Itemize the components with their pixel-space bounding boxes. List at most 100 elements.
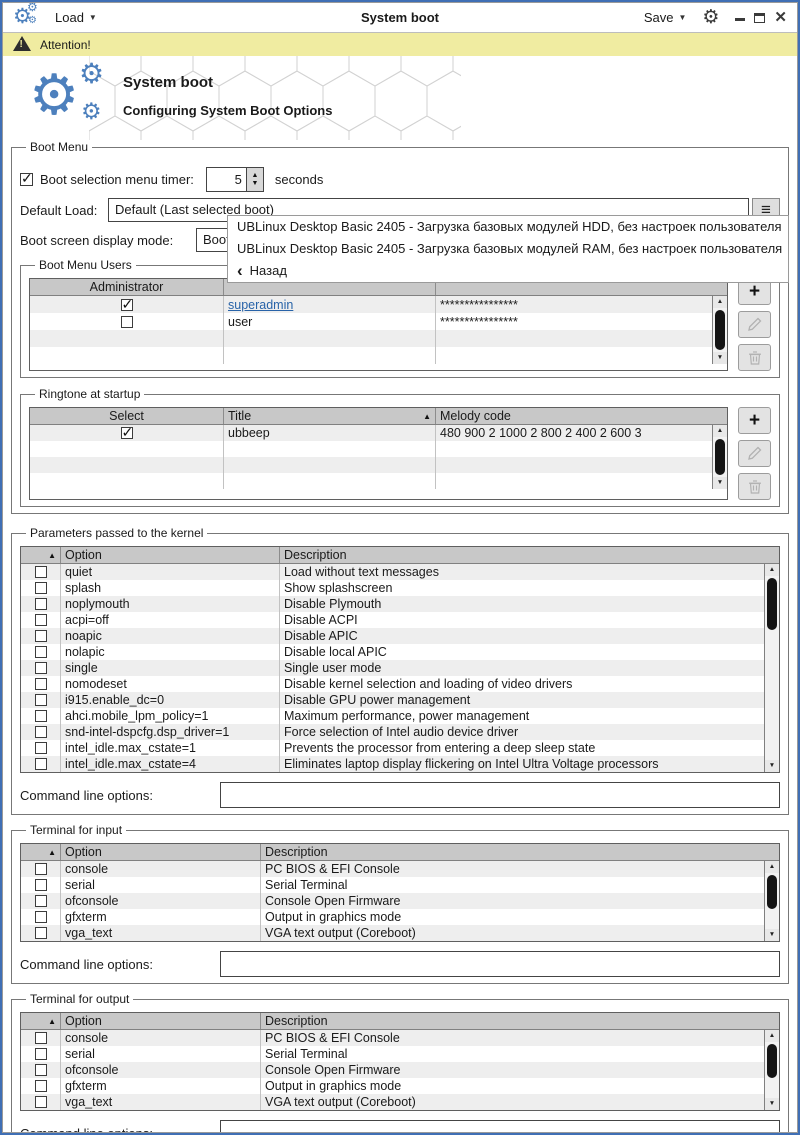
tout-col-check[interactable]: ▲ (21, 1013, 61, 1029)
kernel-col-description[interactable]: Description (280, 547, 779, 563)
table-row[interactable]: ubbeep 480 900 2 1000 2 800 2 400 2 600 … (30, 425, 712, 441)
table-row[interactable]: noapic Disable APIC (21, 628, 764, 644)
ringtone-col-title[interactable]: Title ▲ (224, 408, 436, 424)
row-checkbox[interactable] (34, 614, 47, 626)
table-row[interactable]: console PC BIOS & EFI Console (21, 861, 764, 877)
add-ringtone-button[interactable]: + (738, 407, 771, 434)
row-checkbox[interactable] (34, 742, 47, 754)
row-checkbox[interactable] (120, 315, 133, 328)
row-checkbox[interactable] (34, 895, 47, 907)
table-row[interactable]: serial Serial Terminal (21, 877, 764, 893)
row-checkbox[interactable] (34, 1080, 47, 1092)
row-checkbox[interactable] (34, 694, 47, 706)
spin-up-icon[interactable]: ▲ (251, 172, 258, 179)
row-checkbox[interactable] (34, 1096, 47, 1108)
minimize-button[interactable] (735, 18, 746, 21)
row-checkbox[interactable] (34, 630, 47, 642)
edit-user-button[interactable] (738, 311, 771, 338)
user-login[interactable]: user (224, 313, 436, 330)
load-menu-button[interactable]: Load ▼ (55, 10, 97, 25)
table-row[interactable]: nolapic Disable local APIC (21, 644, 764, 660)
table-row[interactable]: i915.enable_dc=0 Disable GPU power manage… (21, 692, 764, 708)
table-row[interactable]: intel_idle.max_cstate=4 Eliminates laptop… (21, 756, 764, 772)
row-checkbox[interactable] (34, 1032, 47, 1044)
scroll-up-icon[interactable]: ▲ (765, 861, 779, 873)
table-row[interactable]: acpi=off Disable ACPI (21, 612, 764, 628)
ringtone-col-select[interactable]: Select (30, 408, 224, 424)
row-checkbox[interactable] (34, 646, 47, 658)
table-row[interactable]: snd-intel-dspcfg.dsp_driver=1 Force selec… (21, 724, 764, 740)
table-row[interactable]: single Single user mode (21, 660, 764, 676)
table-row[interactable]: superadmin **************** (30, 296, 712, 313)
row-checkbox[interactable] (34, 879, 47, 891)
table-row[interactable]: vga_text VGA text output (Coreboot) (21, 1094, 764, 1110)
row-checkbox[interactable] (34, 1064, 47, 1076)
ringtone-scrollbar[interactable]: ▲ ▼ (712, 425, 727, 489)
row-checkbox[interactable] (34, 911, 47, 923)
row-checkbox[interactable] (120, 296, 133, 313)
scroll-thumb[interactable] (767, 875, 777, 909)
dropdown-item[interactable]: UBLinux Desktop Basic 2405 - Загрузка ба… (228, 238, 788, 260)
scroll-up-icon[interactable]: ▲ (765, 1030, 779, 1042)
delete-ringtone-button[interactable] (738, 473, 771, 500)
users-col-administrator[interactable]: Administrator (30, 279, 224, 295)
close-button[interactable]: ✕ (774, 10, 787, 25)
tin-col-description[interactable]: Description (261, 844, 779, 860)
table-row[interactable]: ahci.mobile_lpm_policy=1 Maximum performa… (21, 708, 764, 724)
row-checkbox[interactable] (34, 598, 47, 610)
scroll-up-icon[interactable]: ▲ (765, 564, 779, 576)
kernel-col-option[interactable]: Option (61, 547, 280, 563)
scroll-down-icon[interactable]: ▼ (765, 760, 779, 772)
edit-ringtone-button[interactable] (738, 440, 771, 467)
delete-user-button[interactable] (738, 344, 771, 371)
table-row[interactable]: console PC BIOS & EFI Console (21, 1030, 764, 1046)
dropdown-back-item[interactable]: ‹ Назад (228, 260, 788, 282)
tin-col-option[interactable]: Option (61, 844, 261, 860)
table-row[interactable]: intel_idle.max_cstate=1 Prevents the proc… (21, 740, 764, 756)
save-menu-button[interactable]: Save ▼ (644, 10, 687, 25)
scroll-down-icon[interactable]: ▼ (713, 477, 727, 489)
table-row[interactable]: quiet Load without text messages (21, 564, 764, 580)
terminal-input-scrollbar[interactable]: ▲ ▼ (764, 861, 779, 941)
row-checkbox[interactable] (34, 758, 47, 770)
table-row[interactable]: gfxterm Output in graphics mode (21, 909, 764, 925)
table-row[interactable]: user **************** (30, 313, 712, 330)
settings-gear-icon[interactable]: ⚙ (702, 8, 719, 27)
tout-col-option[interactable]: Option (61, 1013, 261, 1029)
table-row[interactable]: ofconsole Console Open Firmware (21, 1062, 764, 1078)
scroll-down-icon[interactable]: ▼ (765, 1098, 779, 1110)
scroll-up-icon[interactable]: ▲ (713, 425, 727, 437)
table-row[interactable]: nomodeset Disable kernel selection and lo… (21, 676, 764, 692)
table-row[interactable]: gfxterm Output in graphics mode (21, 1078, 764, 1094)
row-checkbox[interactable] (34, 582, 47, 594)
kernel-cmdline-input[interactable] (220, 782, 780, 808)
scroll-thumb[interactable] (715, 310, 725, 350)
ringtone-col-melody[interactable]: Melody code (436, 408, 727, 424)
maximize-button[interactable] (754, 12, 766, 23)
row-checkbox[interactable] (34, 662, 47, 674)
spin-down-icon[interactable]: ▼ (251, 180, 258, 187)
scroll-thumb[interactable] (715, 439, 725, 475)
terminal-input-cmdline-input[interactable] (220, 951, 780, 977)
scroll-up-icon[interactable]: ▲ (713, 296, 727, 308)
row-checkbox[interactable] (34, 566, 47, 578)
tout-col-description[interactable]: Description (261, 1013, 779, 1029)
table-row[interactable]: serial Serial Terminal (21, 1046, 764, 1062)
timer-value[interactable]: 5 (206, 167, 246, 191)
tin-col-check[interactable]: ▲ (21, 844, 61, 860)
table-row[interactable]: splash Show splashscreen (21, 580, 764, 596)
row-checkbox[interactable] (34, 710, 47, 722)
row-checkbox[interactable] (34, 927, 47, 939)
scroll-down-icon[interactable]: ▼ (713, 352, 727, 364)
kernel-col-check[interactable]: ▲ (21, 547, 61, 563)
scroll-down-icon[interactable]: ▼ (765, 929, 779, 941)
users-scrollbar[interactable]: ▲ ▼ (712, 296, 727, 364)
row-checkbox[interactable] (120, 425, 133, 441)
row-checkbox[interactable] (34, 1048, 47, 1060)
scroll-thumb[interactable] (767, 578, 777, 630)
row-checkbox[interactable] (34, 726, 47, 738)
boot-timer-checkbox[interactable] (20, 170, 33, 187)
table-row[interactable]: ofconsole Console Open Firmware (21, 893, 764, 909)
table-row[interactable]: noplymouth Disable Plymouth (21, 596, 764, 612)
kernel-scrollbar[interactable]: ▲ ▼ (764, 564, 779, 772)
